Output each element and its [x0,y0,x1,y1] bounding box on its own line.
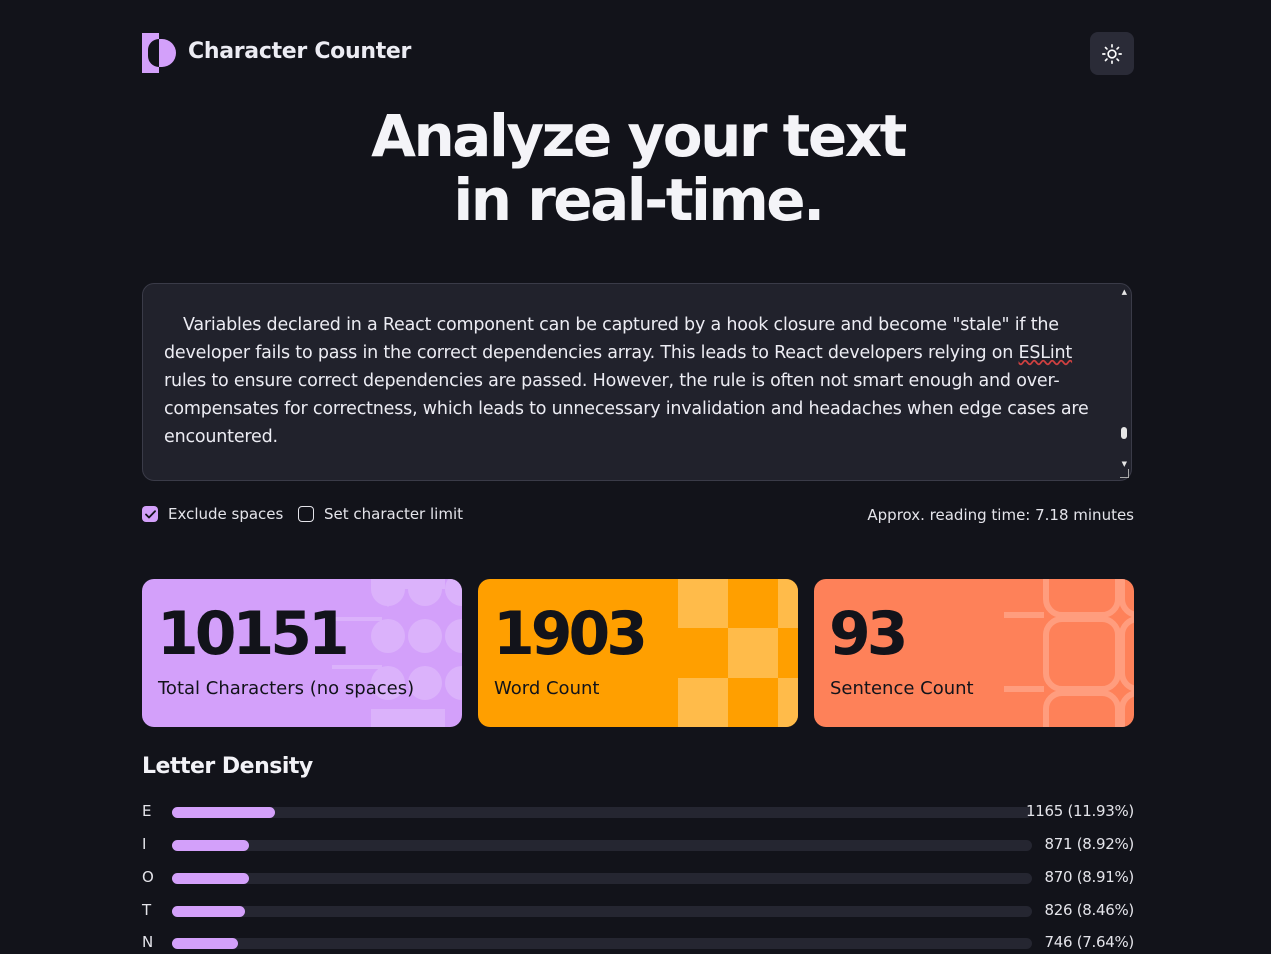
density-letter: E [142,802,152,820]
stat-card-characters: 10151 Total Characters (no spaces) [142,579,462,727]
hero-line-1: Analyze your text [371,102,907,170]
density-letter: O [142,868,154,886]
header: Character Counter [142,32,1134,76]
density-bar-track [172,873,1032,884]
char-limit-option[interactable]: Set character limit [298,505,463,523]
density-value: 870 (8.91%) [1044,868,1135,886]
scrollbar-thumb[interactable] [1121,427,1127,439]
hero-line-2: in real-time. [453,166,825,234]
exclude-spaces-checkbox[interactable] [142,506,158,522]
stat-label: Word Count [494,678,600,699]
density-bar-track [172,906,1032,917]
stat-value: 1903 [493,599,648,669]
exclude-spaces-option[interactable]: Exclude spaces [142,505,283,523]
options-row: Exclude spaces Set character limit Appro… [142,505,1134,525]
density-row: O 870 (8.91%) [142,868,1134,888]
density-row: N 746 (7.64%) [142,933,1134,953]
sun-icon [1102,43,1122,64]
text-part-1: Variables declared in a React component … [164,315,1059,363]
logo-icon [142,33,176,73]
stat-card-words: 1903 Word Count [478,579,798,727]
density-bar-track [172,807,1032,818]
text-input-content[interactable]: Variables declared in a React component … [164,311,1104,451]
density-row: E 1165 (11.93%) [142,802,1134,822]
letter-density-title: Letter Density [142,754,313,779]
density-value: 826 (8.46%) [1044,901,1135,919]
char-limit-label: Set character limit [324,505,463,523]
density-value: 871 (8.92%) [1044,835,1135,853]
char-limit-checkbox[interactable] [298,506,314,522]
density-bar-fill [172,873,249,884]
app-title: Character Counter [188,39,412,64]
density-letter: T [142,901,152,919]
density-row: T 826 (8.46%) [142,901,1134,921]
card-pattern-circles [332,579,462,727]
density-row: I 871 (8.92%) [142,835,1134,855]
resize-handle[interactable] [1120,469,1129,478]
scroll-up-arrow-icon[interactable]: ▲ [1122,288,1127,296]
check-icon [144,509,156,518]
theme-toggle-button[interactable] [1090,32,1134,75]
density-letter: N [142,933,154,951]
spellcheck-word: ESLint [1018,343,1073,363]
hero-heading: Analyze your text in real-time. [142,104,1134,232]
text-part-2: rules to ensure correct dependencies are… [164,371,1089,447]
card-pattern-checker [678,579,798,727]
stat-value: 10151 [157,599,350,669]
density-bar-fill [172,807,275,818]
density-bar-fill [172,938,238,949]
density-bar-fill [172,840,249,851]
density-bar-track [172,938,1032,949]
scroll-down-arrow-icon[interactable]: ▼ [1122,460,1127,468]
density-value: 1165 (11.93%) [1026,802,1134,820]
density-value: 746 (7.64%) [1044,933,1135,951]
density-letter: I [142,835,147,853]
stat-label: Total Characters (no spaces) [158,678,415,699]
card-pattern-rounded-squares [1004,579,1134,727]
exclude-spaces-label: Exclude spaces [168,505,284,523]
reading-time: Approx. reading time: 7.18 minutes [867,506,1134,524]
density-bar-fill [172,906,245,917]
density-bar-track [172,840,1032,851]
stat-card-sentences: 93 Sentence Count [814,579,1134,727]
stat-value: 93 [829,599,908,669]
text-input[interactable]: Variables declared in a React component … [142,283,1132,481]
stat-label: Sentence Count [830,678,974,699]
